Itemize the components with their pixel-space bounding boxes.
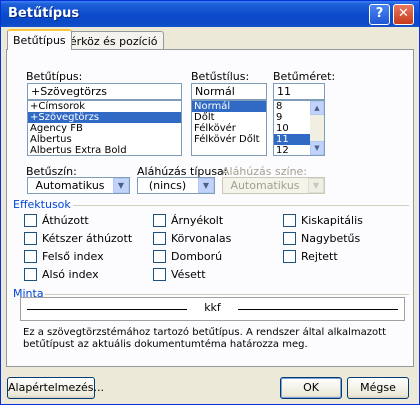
preview-description: Ez a szövegtörzstémához tartozó betűtípu… (23, 327, 387, 350)
size-list[interactable]: 8 9 10 11 12 ▲ ▼ (273, 100, 325, 156)
list-item[interactable]: Normál (192, 101, 266, 112)
checkbox-label: Domború (171, 250, 223, 263)
checkbox-box[interactable] (283, 250, 296, 263)
checkbox-box[interactable] (24, 214, 37, 227)
list-item[interactable]: Félkövér (192, 123, 266, 134)
checkbox-label: Felső index (42, 250, 104, 263)
underline-color-value: Automatikus (230, 179, 300, 192)
font-input[interactable]: +Szövegtörzs (27, 83, 182, 100)
checkbox-label: Alsó index (42, 268, 99, 281)
style-label: Betűstílus: (191, 70, 250, 83)
color-dropdown[interactable]: Automatikus ▼ (27, 177, 130, 194)
checkbox-label: Körvonalas (171, 232, 232, 245)
size-scrollbar[interactable]: ▲ ▼ (310, 101, 324, 155)
effects-divider (73, 205, 409, 206)
chevron-down-icon[interactable]: ▼ (113, 178, 129, 193)
chevron-down-icon: ▼ (308, 178, 324, 193)
size-input[interactable]: 11 (273, 83, 325, 100)
ok-button[interactable]: OK (280, 377, 342, 399)
preview-sample: kkf (204, 301, 221, 314)
checkbox-label: Nagybetűs (301, 232, 361, 245)
tab-font[interactable]: Betűtípus (7, 29, 72, 50)
list-item[interactable]: Albertus (28, 134, 181, 145)
preview-divider (45, 294, 409, 295)
style-input[interactable]: Normál (191, 83, 267, 100)
preview-box: kkf (20, 297, 405, 321)
checkbox-label: Kétszer áthúzott (42, 232, 133, 245)
checkbox-box[interactable] (24, 250, 37, 263)
font-label: Betűtípus: (26, 70, 83, 83)
checkbox-box[interactable] (24, 232, 37, 245)
window-title: Betűtípus (8, 6, 80, 21)
scroll-down-icon[interactable]: ▼ (310, 141, 324, 155)
tab-spacing-position[interactable]: Térköz és pozíció (59, 31, 164, 50)
underline-type-value: (nincs) (148, 179, 187, 192)
checkbox-box[interactable] (283, 232, 296, 245)
help-button[interactable]: ? (369, 4, 390, 25)
checkbox-label: Rejtett (301, 250, 338, 263)
effects-title: Effektusok (13, 198, 71, 211)
title-bar[interactable]: Betűtípus ? ✕ (1, 1, 419, 27)
underline-color-dropdown: Automatikus ▼ (222, 177, 325, 194)
color-value: Automatikus (35, 179, 105, 192)
checkbox-box[interactable] (153, 232, 166, 245)
underline-type-dropdown[interactable]: (nincs) ▼ (137, 177, 215, 194)
list-item[interactable]: Félkövér Dőlt (192, 134, 266, 145)
scroll-up-icon[interactable]: ▲ (310, 101, 324, 115)
list-item[interactable]: Agency FB (28, 123, 181, 134)
style-list[interactable]: Normál Dőlt Félkövér Félkövér Dőlt (191, 100, 267, 156)
checkbox-box[interactable] (153, 214, 166, 227)
checkbox-label: Árnyékolt (171, 214, 224, 227)
close-button[interactable]: ✕ (393, 4, 414, 25)
checkbox-box[interactable] (24, 268, 37, 281)
font-list[interactable]: +Címsorok +Szövegtörzs Agency FB Albertu… (27, 100, 182, 156)
list-item[interactable]: Albertus Extra Bold (28, 145, 181, 155)
chevron-down-icon[interactable]: ▼ (198, 178, 214, 193)
list-item[interactable]: +Szövegtörzs (28, 112, 181, 123)
checkbox-label: Vésett (171, 268, 206, 281)
list-item[interactable]: Dőlt (192, 112, 266, 123)
cancel-button[interactable]: Mégse (347, 377, 409, 399)
default-button[interactable]: Alapértelmezés... (7, 377, 104, 399)
checkbox-box[interactable] (153, 268, 166, 281)
checkbox-label: Áthúzott (42, 214, 89, 227)
list-item[interactable]: +Címsorok (28, 101, 181, 112)
checkbox-label: Kiskapitális (301, 214, 363, 227)
checkbox-box[interactable] (153, 250, 166, 263)
checkbox-box[interactable] (283, 214, 296, 227)
font-dialog: Betűtípus ? ✕ Betűtípus Térköz és pozíci… (0, 0, 420, 405)
size-label: Betűméret: (273, 70, 336, 83)
